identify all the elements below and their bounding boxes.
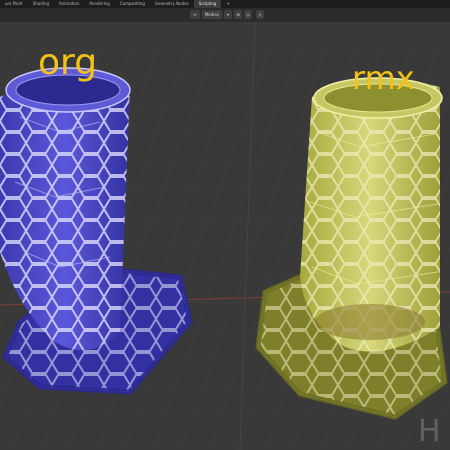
3d-viewport[interactable]: org rmx H [0, 22, 450, 450]
pivot-point-dropdown[interactable]: Median [202, 10, 222, 19]
org-label: org [38, 42, 98, 83]
tab-scripting[interactable]: Scripting [193, 0, 222, 8]
add-workspace-button[interactable]: + [221, 0, 234, 8]
workspace-tabs-bar: ure Paint Shading Animation Rendering Co… [0, 0, 450, 8]
tab-rendering[interactable]: Rendering [84, 0, 114, 8]
overlay-icon[interactable]: ⋀ [256, 10, 264, 19]
proportional-icon[interactable]: ◎ [244, 10, 252, 19]
tab-shading[interactable]: Shading [28, 0, 54, 8]
transform-orientation-icon[interactable]: ↔ [190, 10, 200, 19]
dropdown-icon[interactable]: ▾ [224, 10, 232, 19]
rmx-label: rmx [352, 59, 415, 97]
tab-animation[interactable]: Animation [54, 0, 84, 8]
snap-icon[interactable]: ⊞ [234, 10, 242, 19]
tab-geometry-nodes[interactable]: Geometry Nodes [150, 0, 194, 8]
watermark: H [418, 414, 441, 449]
tab-texture-paint[interactable]: ure Paint [0, 0, 28, 8]
tab-compositing[interactable]: Compositing [115, 0, 150, 8]
viewport-header: ↔ Median ▾ ⊞ ◎ ⋀ [0, 8, 450, 22]
